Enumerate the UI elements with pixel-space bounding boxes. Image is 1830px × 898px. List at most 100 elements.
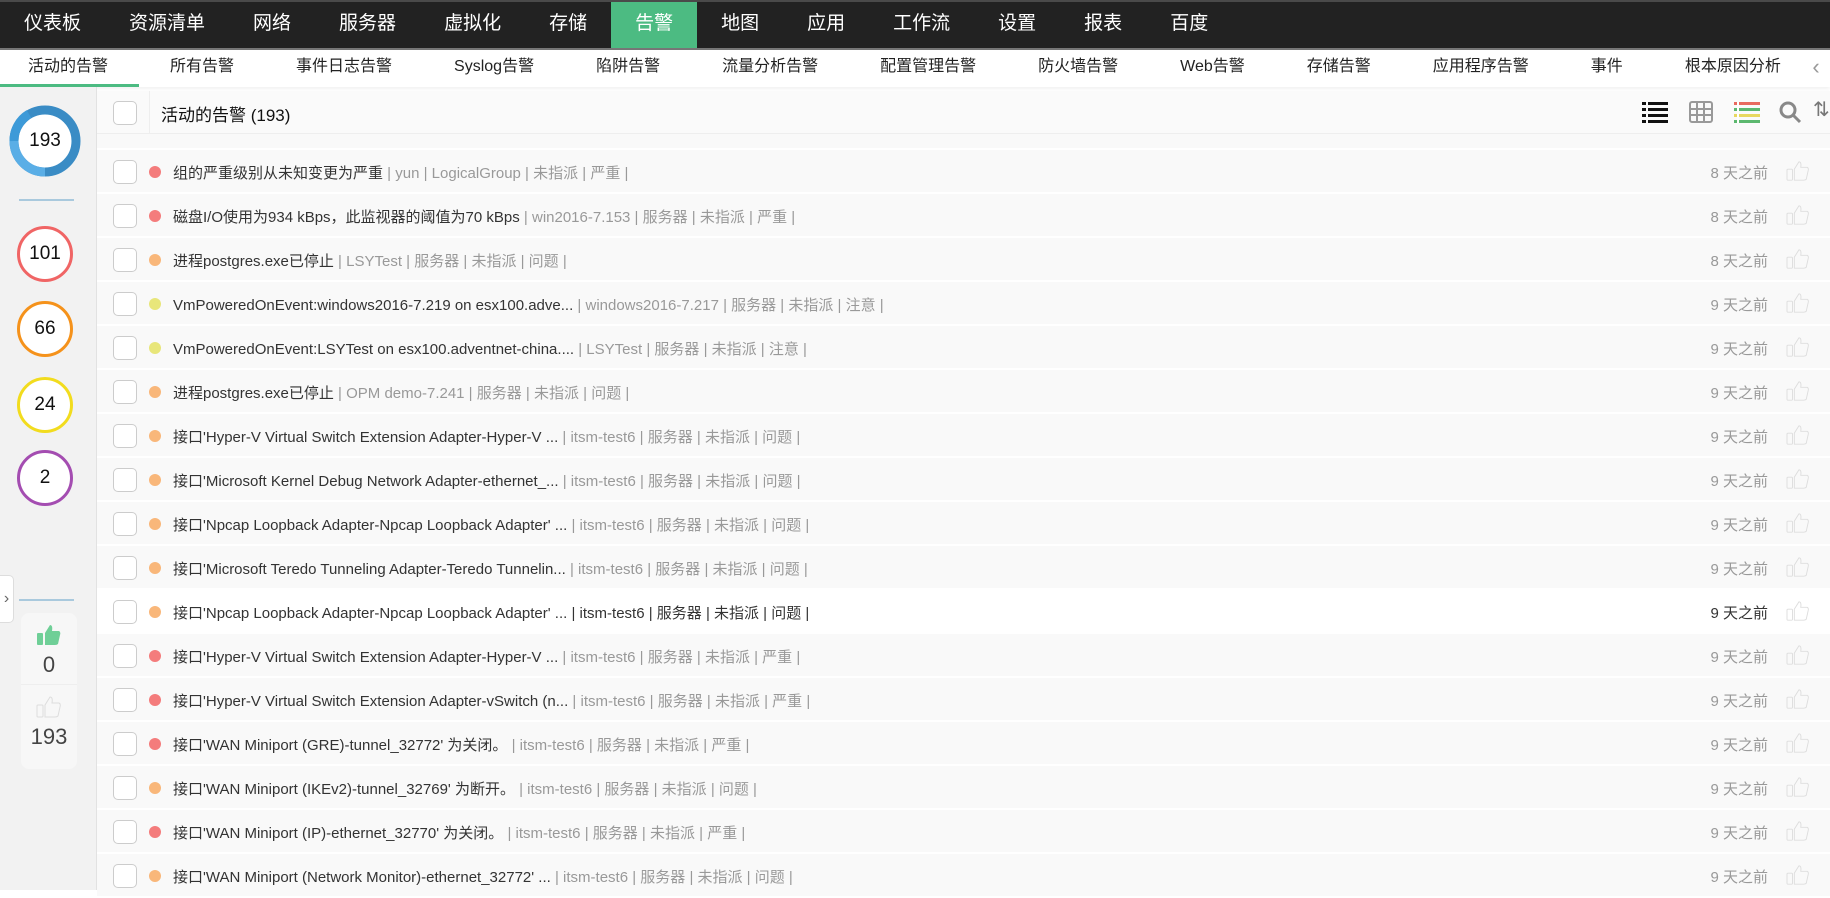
nav-item[interactable]: 设置 [974, 2, 1060, 48]
thumbs-up-icon[interactable] [1786, 292, 1810, 314]
row-checkbox[interactable] [113, 468, 137, 492]
alarm-message[interactable]: 接口'Npcap Loopback Adapter-Npcap Loopback… [173, 514, 809, 535]
nav-item[interactable]: 百度 [1146, 2, 1232, 48]
search-icon[interactable] [1778, 100, 1802, 124]
list-view-icon[interactable] [1642, 100, 1668, 124]
trouble-count[interactable]: 66 [17, 301, 73, 357]
alarm-message[interactable]: 接口'WAN Miniport (IP)-ethernet_32770' 为关闭… [173, 822, 745, 843]
alarm-message[interactable]: 进程postgres.exe已停止 | OPM demo-7.241 | 服务器… [173, 382, 629, 403]
alarm-title[interactable]: 接口'Hyper-V Virtual Switch Extension Adap… [173, 649, 558, 666]
thumb-button[interactable] [1786, 732, 1810, 759]
alarm-message[interactable]: 组的严重级别从未知变更为严重 | yun | LogicalGroup | 未指… [173, 162, 628, 183]
sub-tab[interactable]: 活动的告警 [0, 50, 140, 87]
sub-tab[interactable]: 陷阱告警 [565, 50, 691, 87]
row-checkbox[interactable] [113, 776, 137, 800]
thumbs-up-icon[interactable] [1786, 776, 1810, 798]
row-checkbox[interactable] [113, 292, 137, 316]
expand-sidebar-button[interactable]: › [0, 575, 14, 623]
alarm-message[interactable]: 接口'Npcap Loopback Adapter-Npcap Loopback… [173, 602, 809, 623]
alarm-message[interactable]: 进程postgres.exe已停止 | LSYTest | 服务器 | 未指派 … [173, 250, 567, 271]
thumb-button[interactable] [1786, 556, 1810, 583]
row-checkbox[interactable] [113, 644, 137, 668]
thumb-button[interactable] [1786, 820, 1810, 847]
nav-item[interactable]: 工作流 [869, 2, 974, 48]
alarm-row[interactable]: 接口'Microsoft Kernel Debug Network Adapte… [97, 458, 1830, 502]
nav-item[interactable]: 存储 [525, 2, 611, 48]
alarm-message[interactable]: 接口'Microsoft Teredo Tunneling Adapter-Te… [173, 558, 808, 579]
sub-tab[interactable]: 所有告警 [139, 50, 265, 87]
sort-icon[interactable]: ⇅ [1813, 97, 1830, 122]
nav-item[interactable]: 报表 [1060, 2, 1146, 48]
row-checkbox[interactable] [113, 732, 137, 756]
thumbs-up-icon[interactable] [1786, 864, 1810, 886]
thumbs-up-outline-icon[interactable] [36, 695, 62, 719]
thumbs-up-icon[interactable] [1786, 336, 1810, 358]
row-checkbox[interactable] [113, 160, 137, 184]
thumb-button[interactable] [1786, 512, 1810, 539]
alarm-title[interactable]: 接口'WAN Miniport (IP)-ethernet_32770' 为关闭… [173, 825, 503, 842]
thumb-button[interactable] [1786, 380, 1810, 407]
thumbs-up-icon[interactable] [1786, 688, 1810, 710]
sub-tab[interactable]: 流量分析告警 [691, 50, 849, 87]
alarm-title[interactable]: 接口'WAN Miniport (Network Monitor)-ethern… [173, 869, 551, 886]
thumbs-up-icon[interactable] [1786, 468, 1810, 490]
thumbs-up-icon[interactable] [1786, 160, 1810, 182]
thumb-button[interactable] [1786, 776, 1810, 803]
severity-view-icon[interactable] [1734, 100, 1760, 124]
alarm-title[interactable]: 接口'Microsoft Kernel Debug Network Adapte… [173, 473, 559, 490]
alarm-message[interactable]: 接口'Hyper-V Virtual Switch Extension Adap… [173, 426, 800, 447]
other-count[interactable]: 2 [17, 450, 73, 506]
nav-item[interactable]: 仪表板 [0, 2, 105, 48]
alarm-message[interactable]: 接口'WAN Miniport (Network Monitor)-ethern… [173, 866, 793, 887]
thumbs-up-icon[interactable] [1786, 248, 1810, 270]
alarm-row[interactable]: VmPoweredOnEvent:LSYTest on esx100.adven… [97, 326, 1830, 370]
alarm-title[interactable]: 接口'Npcap Loopback Adapter-Npcap Loopback… [173, 605, 567, 622]
grid-view-icon[interactable] [1689, 100, 1713, 124]
thumbs-up-icon[interactable] [1786, 820, 1810, 842]
alarm-row[interactable]: 组的严重级别从未知变更为严重 | yun | LogicalGroup | 未指… [97, 150, 1830, 194]
thumbs-up-icon[interactable] [1786, 600, 1810, 622]
nav-item[interactable]: 资源清单 [105, 2, 229, 48]
alarm-title[interactable]: 接口'WAN Miniport (GRE)-tunnel_32772' 为关闭。 [173, 737, 507, 754]
thumbs-up-filled-icon[interactable] [36, 623, 62, 647]
thumb-button[interactable] [1786, 336, 1810, 363]
thumb-button[interactable] [1786, 468, 1810, 495]
alarm-row[interactable]: 接口'Npcap Loopback Adapter-Npcap Loopback… [97, 502, 1830, 546]
sub-tab[interactable]: 根本原因分析 [1654, 50, 1812, 87]
row-checkbox[interactable] [113, 424, 137, 448]
row-checkbox[interactable] [113, 204, 137, 228]
sub-tab[interactable]: 存储告警 [1276, 50, 1402, 87]
nav-item[interactable]: 虚拟化 [420, 2, 525, 48]
alarm-row[interactable]: 接口'WAN Miniport (IP)-ethernet_32770' 为关闭… [97, 810, 1830, 854]
alarm-row[interactable]: 接口'Hyper-V Virtual Switch Extension Adap… [97, 414, 1830, 458]
alarm-title[interactable]: VmPoweredOnEvent:LSYTest on esx100.adven… [173, 341, 574, 358]
row-checkbox[interactable] [113, 380, 137, 404]
thumb-button[interactable] [1786, 248, 1810, 275]
select-all-checkbox[interactable] [113, 101, 137, 125]
alarm-message[interactable]: VmPoweredOnEvent:windows2016-7.219 on es… [173, 294, 884, 315]
alarm-message[interactable]: VmPoweredOnEvent:LSYTest on esx100.adven… [173, 338, 807, 359]
alarm-title[interactable]: 磁盘I/O使用为934 kBps，此监视器的阈值为70 kBps [173, 209, 520, 226]
thumb-button[interactable] [1786, 600, 1810, 627]
alarm-title[interactable]: 组的严重级别从未知变更为严重 [173, 165, 383, 182]
alarm-message[interactable]: 磁盘I/O使用为934 kBps，此监视器的阈值为70 kBps | win20… [173, 206, 795, 227]
alarm-title[interactable]: 接口'Hyper-V Virtual Switch Extension Adap… [173, 693, 568, 710]
row-checkbox[interactable] [113, 864, 137, 888]
row-checkbox[interactable] [113, 248, 137, 272]
alarm-row[interactable]: VmPoweredOnEvent:windows2016-7.219 on es… [97, 282, 1830, 326]
alarm-row[interactable]: 接口'Npcap Loopback Adapter-Npcap Loopback… [97, 590, 1830, 634]
alarm-row[interactable]: 接口'WAN Miniport (IKEv2)-tunnel_32769' 为断… [97, 766, 1830, 810]
alarm-title[interactable]: VmPoweredOnEvent:windows2016-7.219 on es… [173, 297, 573, 314]
alarm-title[interactable]: 接口'Npcap Loopback Adapter-Npcap Loopback… [173, 517, 567, 534]
alarm-row[interactable]: 进程postgres.exe已停止 | LSYTest | 服务器 | 未指派 … [97, 238, 1830, 282]
alarm-row[interactable]: 接口'Hyper-V Virtual Switch Extension Adap… [97, 634, 1830, 678]
alarm-row[interactable]: 接口'Microsoft Teredo Tunneling Adapter-Te… [97, 546, 1830, 590]
chevron-left-icon[interactable]: ‹ [1802, 50, 1830, 84]
sub-tab[interactable]: 配置管理告警 [849, 50, 1007, 87]
thumb-button[interactable] [1786, 644, 1810, 671]
critical-count[interactable]: 101 [17, 226, 73, 282]
alarm-row[interactable]: 接口'WAN Miniport (GRE)-tunnel_32772' 为关闭。… [97, 722, 1830, 766]
alarm-message[interactable]: 接口'Hyper-V Virtual Switch Extension Adap… [173, 646, 800, 667]
alarm-row[interactable]: 接口'Hyper-V Virtual Switch Extension Adap… [97, 678, 1830, 722]
row-checkbox[interactable] [113, 556, 137, 580]
